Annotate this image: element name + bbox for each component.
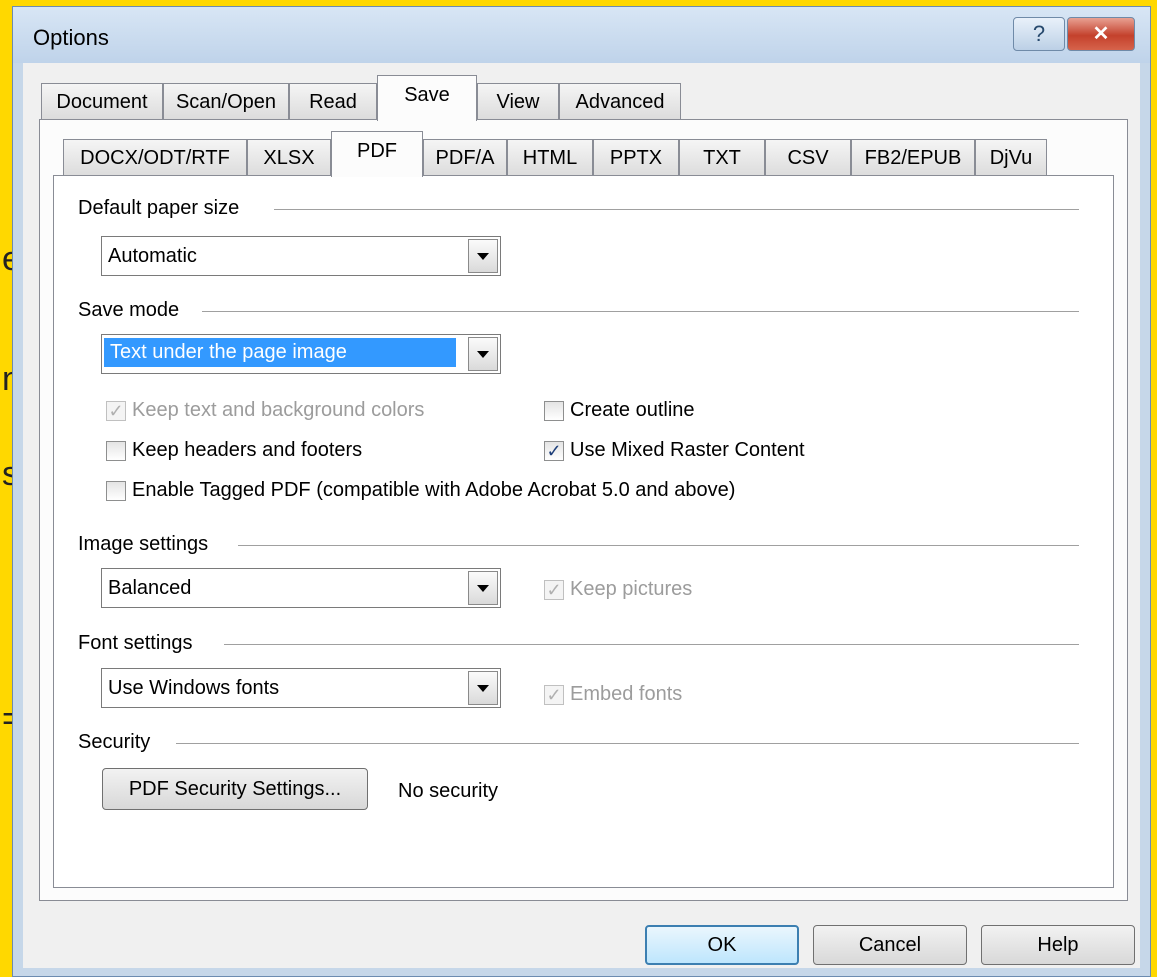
checkbox-checked: ✓	[544, 440, 564, 461]
font-settings-label: Font settings	[78, 632, 203, 655]
image-settings-value: Balanced	[108, 577, 192, 599]
embed-fonts-label: Embed fonts	[570, 683, 683, 705]
group-divider	[274, 209, 1079, 210]
help-icon[interactable]: ?	[1013, 17, 1065, 51]
subtab-html[interactable]: HTML	[507, 139, 593, 176]
paper-size-select[interactable]: Automatic	[101, 236, 501, 276]
keep-headers-label: Keep headers and footers	[132, 439, 363, 461]
dialog-client: Document Scan/Open Read Save View Advanc…	[23, 63, 1140, 968]
tab-save[interactable]: Save	[377, 75, 477, 121]
keep-headers-checkbox[interactable]: Keep headers and footers	[106, 439, 362, 462]
chevron-down-icon[interactable]	[468, 571, 498, 605]
subtab-csv[interactable]: CSV	[765, 139, 851, 176]
help-button[interactable]: Help	[981, 925, 1135, 965]
tab-read[interactable]: Read	[289, 83, 377, 119]
save-mode-select[interactable]: Text under the page image	[101, 334, 501, 374]
tab-scan-open[interactable]: Scan/Open	[163, 83, 289, 119]
chevron-down-icon[interactable]	[468, 671, 498, 705]
keep-pictures-checkbox[interactable]: ✓ Keep pictures	[544, 578, 692, 601]
subtab-fb2-epub[interactable]: FB2/EPUB	[851, 139, 975, 176]
cancel-button[interactable]: Cancel	[813, 925, 967, 965]
mixed-raster-label: Use Mixed Raster Content	[570, 439, 805, 461]
keep-colors-checkbox[interactable]: ✓ Keep text and background colors	[106, 399, 424, 422]
title-bar[interactable]: Options ? ✕	[13, 7, 1150, 63]
ok-button[interactable]: OK	[645, 925, 799, 965]
font-settings-value: Use Windows fonts	[108, 677, 280, 699]
subtab-txt[interactable]: TXT	[679, 139, 765, 176]
security-status: No security	[398, 780, 499, 802]
close-icon[interactable]: ✕	[1067, 17, 1135, 51]
group-divider	[176, 743, 1079, 744]
tab-advanced[interactable]: Advanced	[559, 83, 681, 119]
save-mode-label: Save mode	[78, 299, 190, 322]
checkbox-unchecked	[106, 440, 126, 461]
group-divider	[202, 311, 1079, 312]
chevron-down-icon[interactable]	[468, 239, 498, 273]
tab-view[interactable]: View	[477, 83, 559, 119]
checkbox-unchecked	[544, 400, 564, 421]
create-outline-label: Create outline	[570, 399, 695, 421]
background-frame-right	[1151, 0, 1157, 977]
checkbox-checked-disabled: ✓	[544, 684, 564, 705]
checkbox-checked-disabled: ✓	[544, 579, 564, 600]
group-divider	[238, 545, 1079, 546]
subtab-djvu[interactable]: DjVu	[975, 139, 1047, 176]
security-label: Security	[78, 731, 161, 754]
window-title: Options	[33, 25, 109, 50]
options-dialog: Options ? ✕ Document Scan/Open Read Save…	[12, 6, 1151, 977]
embed-fonts-checkbox[interactable]: ✓ Embed fonts	[544, 683, 682, 706]
checkbox-checked-disabled: ✓	[106, 400, 126, 421]
save-mode-value: Text under the page image	[104, 338, 456, 367]
subtab-docx[interactable]: DOCX/ODT/RTF	[63, 139, 247, 176]
keep-pictures-label: Keep pictures	[570, 578, 693, 600]
font-settings-select[interactable]: Use Windows fonts	[101, 668, 501, 708]
paper-size-label: Default paper size	[78, 197, 250, 220]
subtab-pptx[interactable]: PPTX	[593, 139, 679, 176]
image-settings-select[interactable]: Balanced	[101, 568, 501, 608]
create-outline-checkbox[interactable]: Create outline	[544, 399, 695, 422]
checkbox-unchecked	[106, 480, 126, 501]
chevron-down-icon[interactable]	[468, 337, 498, 371]
image-settings-label: Image settings	[78, 533, 219, 556]
pdf-settings-panel: Default paper size Automatic Save mode T…	[53, 175, 1114, 888]
tab-document[interactable]: Document	[41, 83, 163, 119]
tagged-pdf-label: Enable Tagged PDF (compatible with Adobe…	[132, 479, 736, 501]
subtab-pdf[interactable]: PDF	[331, 131, 423, 177]
pdf-security-settings-button[interactable]: PDF Security Settings...	[102, 768, 368, 810]
mixed-raster-checkbox[interactable]: ✓ Use Mixed Raster Content	[544, 439, 805, 462]
keep-colors-label: Keep text and background colors	[132, 399, 425, 421]
subtab-xlsx[interactable]: XLSX	[247, 139, 331, 176]
group-divider	[224, 644, 1079, 645]
paper-size-value: Automatic	[108, 245, 197, 267]
tagged-pdf-checkbox[interactable]: Enable Tagged PDF (compatible with Adobe…	[106, 479, 735, 502]
subtab-pdfa[interactable]: PDF/A	[423, 139, 507, 176]
